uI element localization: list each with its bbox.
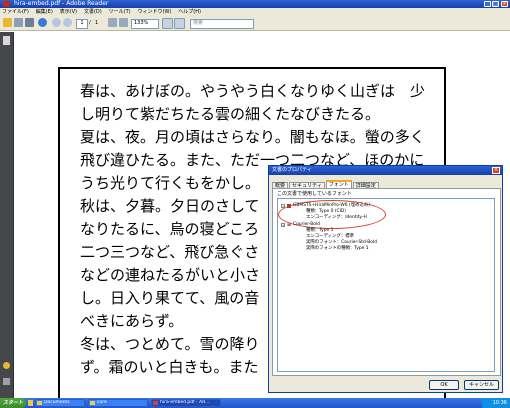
folder-icon — [90, 401, 95, 405]
quick-launch-icon[interactable] — [28, 400, 33, 406]
text-line: 冬は、つとめて。雪の降り — [80, 335, 260, 353]
taskbar-item-core[interactable]: core — [88, 399, 148, 407]
folder-icon — [37, 401, 42, 405]
toolbar: 1 / 1 133% 検索 — [0, 15, 510, 31]
clock: 10:36 — [492, 400, 507, 406]
page-total: 1 — [95, 20, 99, 26]
adobe-reader-icon — [3, 1, 10, 7]
system-tray: 10:36 — [482, 398, 510, 408]
fonts-panel: この文書で使用しているフォント − GBMSTS+HiraMinPro-W6 (… — [272, 188, 501, 376]
title-bar: hira-embed.pdf - Adobe Reader _ □ × — [0, 0, 510, 8]
font-detail: 種類：Type 1 — [306, 228, 334, 233]
font-icon: a — [287, 221, 292, 228]
text-line: し明りて紫だちたる雲の細くたなびきたる。 — [80, 105, 381, 123]
open-folder-icon[interactable] — [3, 18, 12, 27]
page-number-input[interactable]: 1 — [76, 19, 88, 29]
font-name[interactable]: GBMSTS+HiraMinPro-W6 (埋め込み) — [293, 203, 370, 208]
zoom-in-icon[interactable] — [119, 18, 128, 27]
text-line: 秋は、夕暮。夕日のさして — [80, 197, 260, 215]
dialog-close-button[interactable]: × — [492, 167, 500, 174]
taskbar-item-documents[interactable]: Documents — [35, 399, 85, 407]
taskbar-item-reader[interactable]: hira-embed.pdf - Ad... — [151, 399, 221, 407]
page-separator: / — [89, 20, 91, 26]
text-line: べきにあらず。 — [80, 312, 184, 330]
pdf-icon — [153, 401, 158, 405]
attachment-icon[interactable] — [3, 378, 10, 385]
text-line: などの連ねたるがいと小さ — [80, 266, 261, 284]
text-line: 二つ三つなど、飛び急ぐさ — [80, 243, 260, 261]
text-line: うち光りて行くもをかし。 — [80, 174, 261, 192]
font-detail: 種類：Type 0 (CID) — [306, 209, 347, 214]
text-line: なりたるに、烏の寝どころ — [80, 220, 260, 238]
zoom-select[interactable]: 133% — [131, 19, 159, 29]
cancel-button[interactable]: キャンセル — [464, 380, 499, 390]
close-button[interactable]: × — [501, 1, 508, 7]
previous-page-icon[interactable] — [52, 18, 61, 27]
expand-toggle[interactable]: − — [281, 204, 285, 209]
menu-bar: ファイル(F) 編集(E) 表示(V) 文書(D) ツール(T) ウィンドウ(W… — [0, 8, 510, 15]
taskbar-item-label: hira-embed.pdf - Ad... — [160, 400, 210, 405]
minimize-button[interactable]: _ — [484, 1, 491, 7]
text-line: 夏は、夜。月の頃はさらなり。闇もなほ。螢の多く — [80, 128, 425, 146]
text-line: 春は、あけぼの。やうやう白くなりゆく山ぎは 少 — [80, 82, 426, 100]
save-icon[interactable] — [14, 18, 23, 27]
font-name[interactable]: Courier-Bold — [293, 222, 320, 227]
start-button[interactable]: スタート — [0, 398, 26, 408]
taskbar: スタート Documents core hira-embed.pdf - Ad.… — [0, 398, 510, 408]
font-detail: エンコーディング：Identity-H — [306, 215, 367, 220]
taskbar-item-label: Documents — [44, 400, 70, 405]
maximize-button[interactable]: □ — [492, 1, 499, 7]
hand-tool-icon[interactable] — [38, 18, 47, 27]
taskbar-item-label: core — [97, 400, 107, 405]
font-icon — [287, 204, 291, 208]
fonts-label: この文書で使用しているフォント — [277, 191, 352, 197]
fit-page-icon[interactable] — [162, 18, 173, 29]
zoom-out-icon[interactable] — [108, 18, 117, 27]
ok-button[interactable]: OK — [429, 380, 459, 390]
window-title: hira-embed.pdf - Adobe Reader — [14, 0, 109, 7]
print-icon[interactable] — [25, 18, 34, 27]
comments-icon[interactable] — [3, 362, 10, 369]
document-properties-dialog: 文書のプロパティ × 概要 セキュリティ フォント 詳細設定 この文書で使用しているフ… — [268, 165, 503, 393]
font-tree[interactable]: − GBMSTS+HiraMinPro-W6 (埋め込み) 種類：Type 0 … — [277, 198, 495, 372]
search-input[interactable]: 検索 — [190, 19, 254, 29]
fit-width-icon[interactable] — [174, 18, 185, 29]
expand-toggle[interactable]: − — [281, 223, 285, 228]
font-detail: エンコーディング：標準 — [306, 234, 354, 239]
dialog-title: 文書のプロパティ — [269, 166, 502, 175]
pages-icon[interactable] — [3, 36, 10, 45]
text-line: ず。霜のいと白きも。また — [80, 358, 259, 376]
next-page-icon[interactable] — [63, 18, 72, 27]
dialog-tabs: 概要 セキュリティ フォント 詳細設定 — [272, 180, 380, 190]
navigation-pane — [0, 32, 14, 398]
font-detail: 実際のフォント：Courier-Std-Bold — [306, 240, 377, 245]
text-line: し。日入り果てて、風の音 — [80, 289, 260, 307]
font-detail: 実際のフォントの種類：Type 1 — [306, 246, 369, 251]
